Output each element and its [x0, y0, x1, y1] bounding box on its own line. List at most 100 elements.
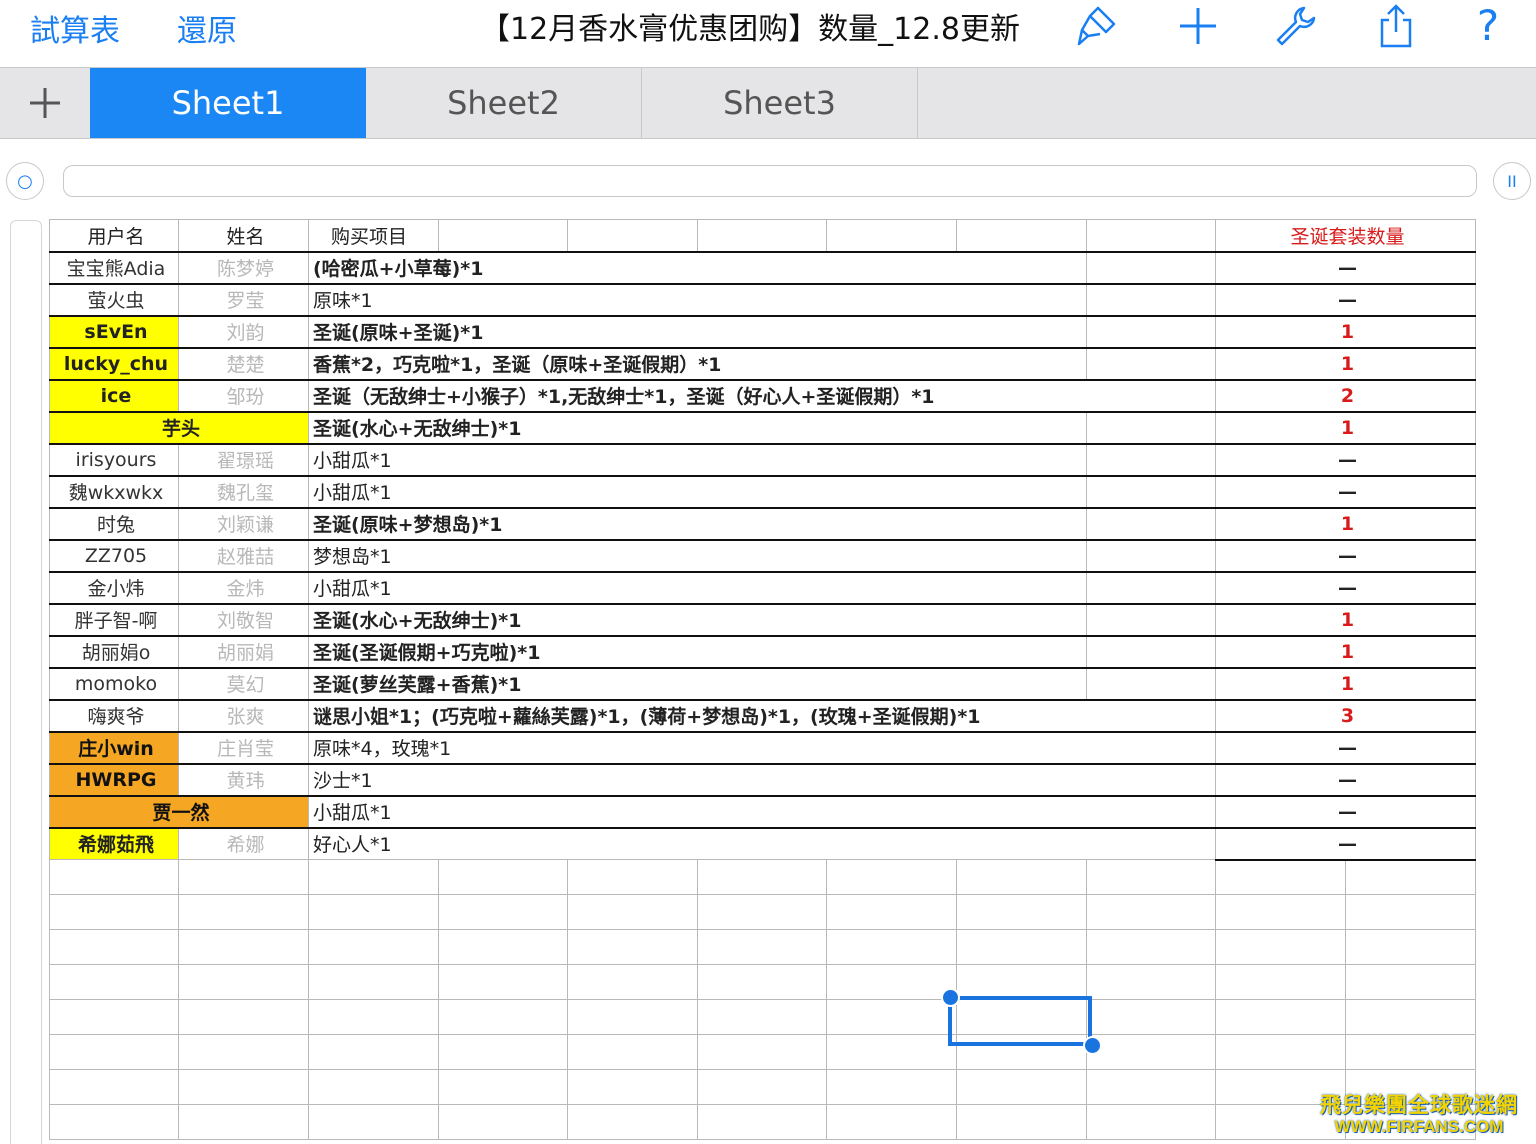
grid-cell[interactable]	[1086, 859, 1216, 895]
cell-purchase-item[interactable]: 圣诞(原味+梦想岛)*1	[308, 507, 1087, 541]
share-icon[interactable]	[1374, 4, 1418, 48]
cell-christmas-count[interactable]: 1	[1214, 667, 1477, 701]
cell-purchase-item[interactable]: 小甜瓜*1	[308, 443, 1087, 477]
grid-cell[interactable]	[697, 859, 827, 895]
cell-purchase-item[interactable]: 好心人*1	[308, 827, 1216, 860]
cell-christmas-count[interactable]: —	[1214, 475, 1477, 509]
formula-input[interactable]	[63, 165, 1477, 197]
cell-realname[interactable]: 金炜	[178, 571, 309, 605]
cell-username[interactable]: HWRPG	[49, 763, 179, 797]
grid-cell[interactable]	[567, 219, 698, 253]
grid-cell[interactable]	[826, 1104, 957, 1140]
cell-username[interactable]: 魏wkxwkx	[49, 475, 179, 509]
paintbrush-icon[interactable]	[1076, 4, 1120, 48]
grid-cell[interactable]	[1215, 964, 1346, 1000]
grid-cell[interactable]	[826, 999, 957, 1035]
grid-cell[interactable]	[697, 1034, 827, 1070]
help-icon[interactable]: ?	[1466, 4, 1510, 48]
undo-button[interactable]: 還原	[177, 6, 237, 50]
cell-realname[interactable]: 刘颖谦	[178, 507, 309, 541]
grid-cell[interactable]	[1215, 894, 1346, 930]
wrench-icon[interactable]	[1274, 4, 1318, 48]
cell-christmas-count[interactable]: 1	[1214, 315, 1477, 349]
cell-realname[interactable]: 莫幻	[178, 667, 309, 701]
grid-cell[interactable]	[697, 894, 827, 930]
grid-cell[interactable]	[826, 929, 957, 965]
cell-purchase-item[interactable]: 圣诞(水心+无敌绅士)*1	[308, 603, 1087, 637]
cell-christmas-count[interactable]: —	[1214, 795, 1477, 829]
cell-christmas-count[interactable]: —	[1214, 763, 1477, 797]
grid-cell[interactable]	[956, 964, 1087, 1000]
cell-realname[interactable]: 翟璟瑶	[178, 443, 309, 477]
grid-cell[interactable]	[1344, 894, 1477, 930]
grid-cell[interactable]	[1344, 1034, 1477, 1070]
grid-cell[interactable]	[1086, 964, 1216, 1000]
add-sheet-button[interactable]	[0, 68, 90, 138]
grid-cell[interactable]	[1086, 667, 1216, 701]
cell-christmas-count[interactable]: 3	[1214, 699, 1477, 733]
cell-realname[interactable]: 陈梦婷	[178, 251, 309, 285]
grid-cell[interactable]	[956, 219, 1087, 253]
grid-cell[interactable]	[438, 1104, 568, 1140]
grid-cell[interactable]	[178, 1034, 309, 1070]
grid-cell[interactable]	[438, 999, 568, 1035]
cell-christmas-count[interactable]: 2	[1214, 379, 1477, 413]
cell-realname[interactable]: 刘韵	[178, 315, 309, 349]
cell-username[interactable]: 萤火虫	[49, 283, 179, 317]
selection-handle-bottom-right[interactable]	[1083, 1036, 1102, 1055]
grid-cell[interactable]	[826, 1069, 957, 1105]
cell-realname[interactable]: 黄玮	[178, 763, 309, 797]
grid-cell[interactable]	[826, 894, 957, 930]
cell-username[interactable]: 芋头	[49, 411, 309, 445]
cell-selection-box[interactable]	[948, 996, 1092, 1046]
tab-sheet2[interactable]: Sheet2	[366, 68, 642, 138]
grid-cell[interactable]	[438, 929, 568, 965]
plus-icon[interactable]	[1176, 4, 1220, 48]
cell-purchase-item[interactable]: 圣诞(原味+圣诞)*1	[308, 315, 1087, 349]
grid-cell[interactable]	[438, 964, 568, 1000]
cell-christmas-count[interactable]: 1	[1214, 603, 1477, 637]
grid-cell[interactable]	[1086, 1104, 1216, 1140]
grid-cell[interactable]	[49, 1034, 179, 1070]
cell-purchase-item[interactable]: 香蕉*2，巧克啦*1，圣诞（原味+圣诞假期）*1	[308, 347, 1087, 381]
grid-cell[interactable]	[438, 1069, 568, 1105]
grid-cell[interactable]	[1086, 929, 1216, 965]
cell-christmas-count[interactable]: —	[1214, 827, 1477, 861]
grid-cell[interactable]	[697, 219, 827, 253]
cell-purchase-item[interactable]: 原味*1	[308, 283, 1087, 317]
grid-cell[interactable]	[826, 219, 957, 253]
grid-cell[interactable]	[438, 219, 568, 253]
grid-cell[interactable]	[1086, 475, 1216, 509]
cell-purchase-item[interactable]: 小甜瓜*1	[308, 571, 1087, 605]
grid-cell[interactable]	[49, 999, 179, 1035]
cell-purchase-item[interactable]: 谜思小姐*1；(巧克啦+蘿絲芙露)*1，(薄荷+梦想岛)*1，(玫瑰+圣诞假期)…	[308, 699, 1216, 733]
cell-username[interactable]: lucky_chu	[49, 347, 179, 381]
grid-cell[interactable]	[1086, 347, 1216, 381]
grid-cell[interactable]	[178, 999, 309, 1035]
grid-cell[interactable]	[1344, 999, 1477, 1035]
cell-purchase-item[interactable]: 圣诞（无敌绅士+小猴子）*1,无敌绅士*1，圣诞（好心人+圣诞假期）*1	[308, 379, 1216, 413]
cell-username[interactable]: sEvEn	[49, 315, 179, 349]
grid-cell[interactable]	[1086, 1034, 1216, 1070]
grid-cell[interactable]	[438, 894, 568, 930]
grid-cell[interactable]	[1086, 571, 1216, 605]
cell-purchase-item[interactable]: 原味*4，玫瑰*1	[308, 731, 1216, 765]
grid-cell[interactable]	[697, 964, 827, 1000]
cell-realname[interactable]: 胡丽娟	[178, 635, 309, 669]
cell-christmas-count[interactable]: —	[1214, 731, 1477, 765]
cell-username[interactable]: ZZ705	[49, 539, 179, 573]
cell-username[interactable]: 希娜茹飛	[49, 827, 179, 860]
cell-purchase-item[interactable]: (哈密瓜+小草莓)*1	[308, 251, 1087, 285]
grid-cell[interactable]	[308, 999, 439, 1035]
cell-username[interactable]: 庄小win	[49, 731, 179, 765]
grid-cell[interactable]	[956, 894, 1087, 930]
grid-cell[interactable]	[567, 1069, 698, 1105]
grid-cell[interactable]	[1086, 251, 1216, 285]
grid-cell[interactable]	[1086, 507, 1216, 541]
spreadsheets-button[interactable]: 試算表	[30, 6, 120, 50]
tab-sheet3[interactable]: Sheet3	[642, 68, 918, 138]
grid-cell[interactable]	[697, 1069, 827, 1105]
cell-purchase-item[interactable]: 圣诞(水心+无敌绅士)*1	[308, 411, 1087, 445]
grid-cell[interactable]	[1086, 539, 1216, 573]
cell-purchase-item[interactable]: 梦想岛*1	[308, 539, 1087, 573]
